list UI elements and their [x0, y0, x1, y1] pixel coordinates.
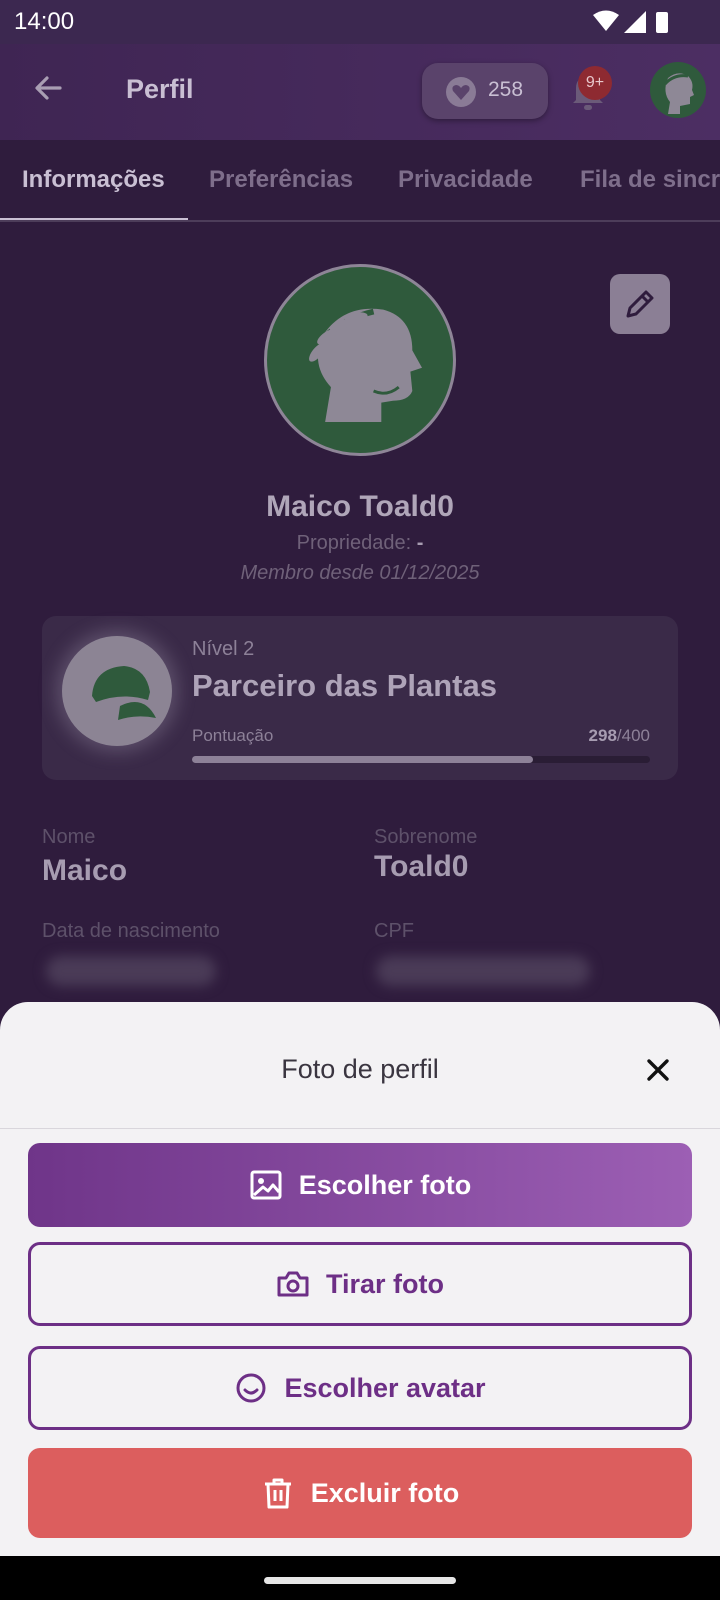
take-photo-button[interactable]: Tirar foto [28, 1242, 692, 1326]
last-name-value: Toald0 [374, 850, 469, 883]
wifi-icon [593, 10, 619, 31]
heart-icon [446, 77, 476, 107]
avatar-laurel-icon [306, 308, 422, 422]
birth-date-value-redacted [46, 956, 216, 986]
level-label: Nível 2 [192, 638, 255, 660]
level-card[interactable]: Nível 2 Parceiro das Plantas Pontuação 2… [42, 616, 678, 780]
property-label: Propriedade: [296, 532, 412, 554]
status-time: 14:00 [14, 8, 75, 35]
profile-screen: 14:00 Perfil 258 9+ Informações Preferên… [0, 0, 720, 1600]
profile-avatar[interactable] [264, 264, 456, 456]
score-max: /400 [616, 726, 650, 745]
property-line: Propriedade: - [0, 532, 720, 555]
notification-badge: 9+ [578, 66, 612, 100]
profile-tabs: Informações Preferências Privacidade Fil… [0, 140, 720, 222]
page-title: Perfil [126, 74, 194, 104]
edit-profile-button[interactable] [610, 274, 670, 334]
battery-icon [656, 12, 668, 33]
sheet-title: Foto de perfil [281, 1054, 439, 1084]
score-current: 298 [588, 726, 617, 745]
smiley-icon [234, 1371, 268, 1405]
avatar-laurel-icon [663, 73, 694, 114]
first-name-label: Nome [42, 826, 96, 848]
cap-icon [92, 666, 156, 720]
profile-photo-sheet: Foto de perfil Escolher foto Tirar foto … [0, 1002, 720, 1556]
tab-informacoes[interactable]: Informações [22, 166, 165, 194]
camera-icon [276, 1267, 310, 1301]
points-value: 258 [488, 78, 524, 101]
system-nav-bar [0, 1556, 720, 1600]
score-label: Pontuação [192, 726, 274, 745]
tab-preferencias[interactable]: Preferências [209, 166, 353, 194]
choose-photo-label: Escolher foto [298, 1169, 472, 1200]
cpf-value-redacted [376, 956, 590, 986]
property-value: - [416, 532, 424, 554]
cpf-label: CPF [374, 920, 414, 942]
level-badge [62, 636, 172, 746]
trash-icon [261, 1476, 295, 1510]
tab-fila-de-sincronizacao[interactable]: Fila de sincr [580, 166, 720, 194]
member-since: Membro desde 01/12/2025 [240, 562, 480, 584]
tab-indicator [0, 218, 188, 220]
delete-photo-label: Excluir foto [310, 1477, 460, 1508]
last-name-label: Sobrenome [374, 826, 478, 848]
profile-name: Maico Toald0 [266, 490, 454, 523]
score-progress-fill [192, 756, 534, 763]
points-chip[interactable]: 258 [422, 63, 548, 119]
choose-avatar-button[interactable]: Escolher avatar [28, 1346, 692, 1430]
choose-photo-button[interactable]: Escolher foto [28, 1143, 692, 1227]
pencil-icon [626, 290, 654, 318]
user-avatar[interactable] [650, 62, 706, 118]
app-bar: Perfil 258 9+ [0, 44, 720, 140]
level-title: Parceiro das Plantas [192, 668, 497, 703]
birth-date-label: Data de nascimento [42, 920, 220, 942]
score-progress-bar [192, 756, 650, 763]
arrow-back-icon[interactable] [28, 68, 68, 108]
delete-photo-button[interactable]: Excluir foto [28, 1448, 692, 1538]
sheet-divider [0, 1128, 720, 1129]
status-icons [593, 10, 668, 33]
status-bar: 14:00 [0, 0, 720, 44]
tab-privacidade[interactable]: Privacidade [398, 166, 533, 194]
first-name-value: Maico [42, 854, 128, 887]
signal-icon [624, 11, 646, 33]
score-value: 298/400 [589, 726, 650, 746]
home-gesture-handle[interactable] [264, 1577, 456, 1584]
choose-avatar-label: Escolher avatar [284, 1372, 486, 1403]
close-icon[interactable] [640, 1052, 676, 1088]
take-photo-label: Tirar foto [325, 1268, 444, 1299]
image-icon [249, 1168, 283, 1202]
